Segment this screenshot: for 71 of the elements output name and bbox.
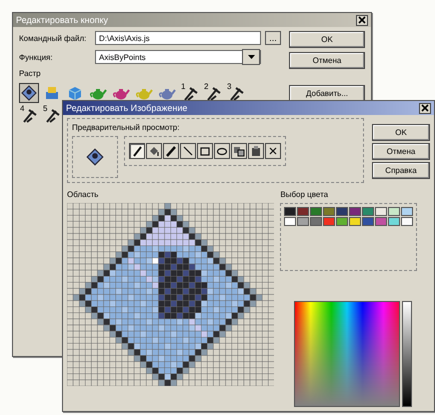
tool-button[interactable] (163, 143, 179, 159)
ellipse-icon (216, 145, 228, 157)
pixel-grid-drawing[interactable] (67, 203, 274, 386)
help-button[interactable]: Справка (372, 162, 430, 179)
tool-button[interactable] (265, 143, 281, 159)
color-swatch[interactable] (297, 207, 310, 216)
line-icon (182, 145, 194, 157)
field-label: Функция: (19, 52, 54, 62)
color-swatch[interactable] (336, 217, 348, 226)
field-label: Командный файл: (19, 34, 88, 42)
color-swatch[interactable] (401, 217, 414, 226)
tool-button[interactable] (180, 143, 196, 159)
color-swatch[interactable] (388, 217, 400, 226)
color-swatch[interactable] (284, 207, 296, 216)
color-spectrum[interactable] (294, 301, 400, 407)
tool-button[interactable] (248, 143, 264, 159)
color-swatch[interactable] (375, 207, 388, 216)
color-swatch[interactable] (375, 217, 388, 226)
raster-label: Растр (19, 69, 42, 78)
color-swatch[interactable] (362, 207, 374, 216)
cancel-button[interactable]: Отмена (289, 52, 365, 69)
color-swatch[interactable] (310, 217, 322, 226)
ok-button[interactable]: OK (372, 124, 430, 141)
browse-button[interactable]: ... (265, 31, 281, 45)
icon-number: 2 (204, 82, 208, 91)
close-icon (267, 145, 279, 157)
icon-number: 1 (181, 82, 186, 91)
close-icon (358, 16, 366, 24)
close-icon (421, 104, 429, 112)
icon-number: 5 (43, 104, 48, 113)
tool-button[interactable] (146, 143, 162, 159)
color-label: Выбор цвета (280, 190, 330, 199)
pencil-icon (131, 145, 143, 157)
color-swatch[interactable] (401, 207, 414, 216)
raster-icon[interactable] (19, 83, 39, 103)
rectangle-icon (199, 145, 211, 157)
tool-button[interactable] (129, 143, 145, 159)
close-button[interactable] (356, 14, 368, 26)
preview-label: Предварительный просмотр: (72, 123, 180, 132)
ok-button[interactable]: OK (289, 31, 365, 48)
color-swatch[interactable] (297, 217, 310, 226)
window-title: Редактировать кнопку (16, 15, 108, 25)
box-icon (43, 84, 61, 102)
window-title: Редактировать Изображение (66, 103, 188, 113)
color-swatch[interactable] (323, 207, 336, 216)
color-swatch[interactable] (349, 217, 362, 226)
paint-bucket-icon (148, 145, 160, 157)
input-field[interactable]: D:\Axis\Axis.js (95, 31, 261, 45)
paste-icon (250, 145, 262, 157)
color-swatch[interactable] (310, 207, 322, 216)
tool-button[interactable] (197, 143, 213, 159)
color-swatch[interactable] (323, 217, 336, 226)
color-swatch[interactable] (362, 217, 374, 226)
brush-icon (165, 145, 177, 157)
copy-icon (233, 145, 245, 157)
dropdown-field[interactable]: AxisByPoints (95, 50, 261, 64)
diamond-icon (85, 147, 105, 167)
color-swatch[interactable] (388, 207, 400, 216)
color-swatch[interactable] (349, 207, 362, 216)
cancel-button[interactable]: Отмена (372, 143, 430, 160)
icon-number: 4 (20, 104, 24, 113)
color-swatch[interactable] (284, 217, 296, 226)
diamond-icon (20, 84, 38, 102)
color-swatch[interactable] (336, 207, 348, 216)
area-label: Область (67, 190, 100, 199)
tool-button[interactable] (231, 143, 247, 159)
close-button[interactable] (419, 102, 431, 114)
tool-button[interactable] (214, 143, 230, 159)
brightness-bar[interactable] (402, 301, 412, 407)
cube-icon (66, 84, 84, 102)
icon-number: 3 (227, 82, 232, 91)
